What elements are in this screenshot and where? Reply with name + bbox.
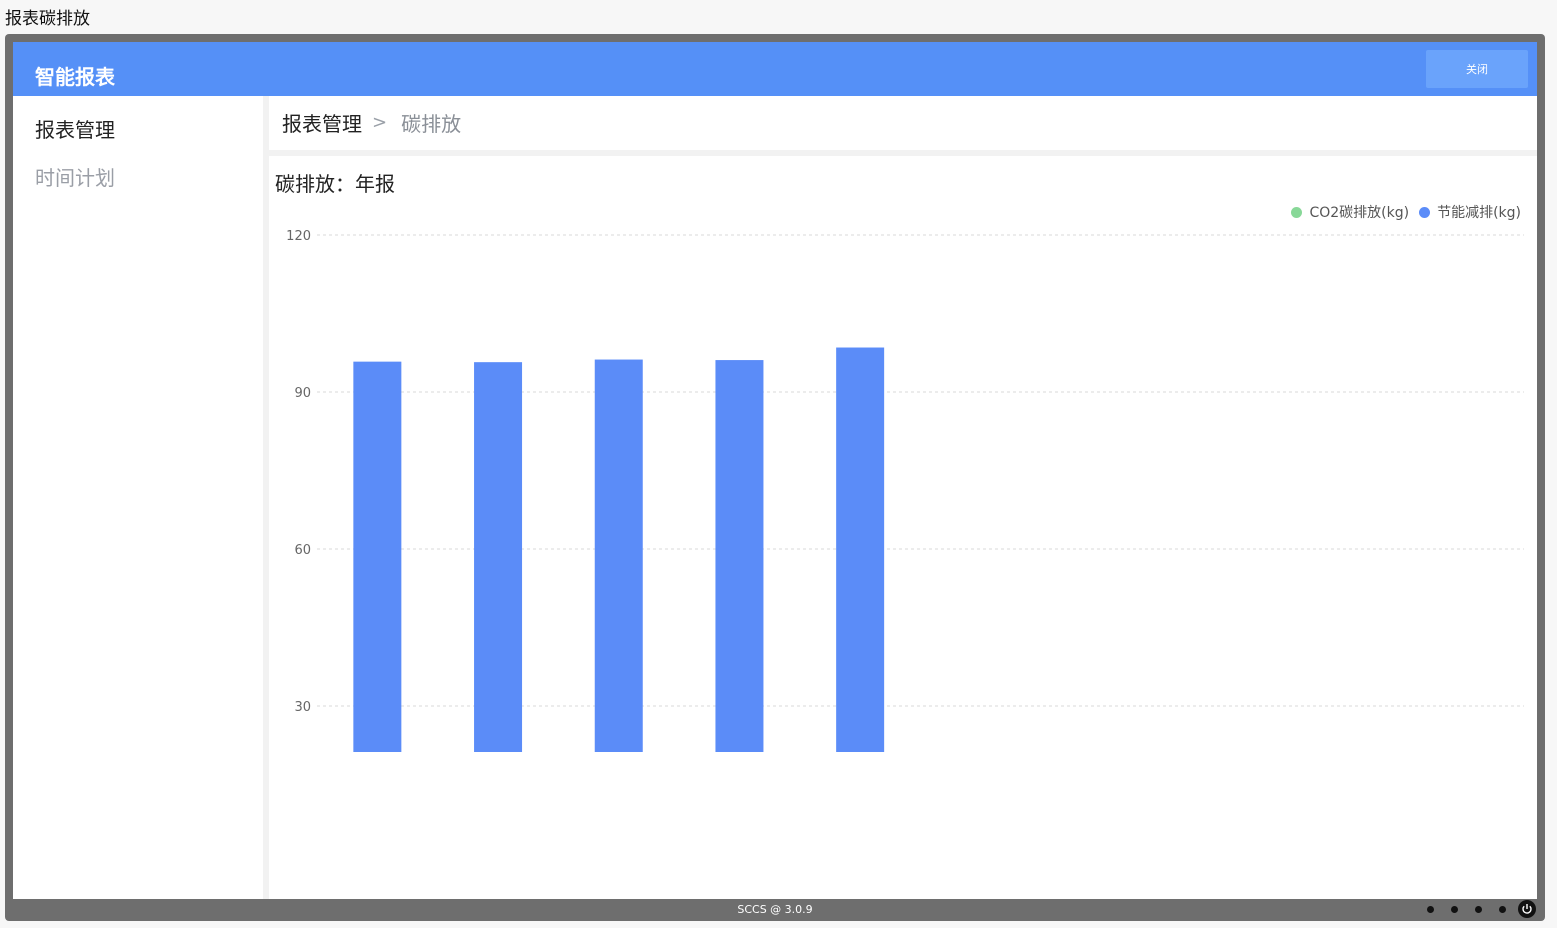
bar-energy-saving [474,362,523,752]
bar-energy-saving [715,360,764,752]
status-dot [1475,906,1482,913]
y-tick-label: 90 [294,386,311,401]
version-label: SCCS @ 3.0.9 [737,903,813,916]
bar-energy-saving [353,361,402,752]
app-container: 智能报表 关闭 报表管理 时间计划 报表管理 > 碳排放 碳排放：年报 CO2碳… [13,42,1537,899]
app-header: 智能报表 关闭 [13,42,1537,96]
status-dot [1499,906,1506,913]
content-divider [263,150,1537,156]
breadcrumb-item-carbon: 碳排放 [401,112,462,136]
y-tick-label: 30 [294,700,311,715]
app-title: 智能报表 [35,65,115,89]
chart-title: 碳排放：年报 [275,172,395,196]
status-dot [1451,906,1458,913]
sidebar-item-time-schedule[interactable]: 时间计划 [35,162,115,191]
power-icon[interactable] [1518,900,1536,918]
status-bar: SCCS @ 3.0.9 [5,899,1545,921]
close-button[interactable]: 关闭 [1426,50,1528,88]
breadcrumb-item-report-management[interactable]: 报表管理 [282,108,362,137]
status-dot [1427,906,1434,913]
y-tick-label: 120 [286,229,311,244]
y-tick-label: 60 [294,543,311,558]
bar-energy-saving [594,359,643,752]
breadcrumb: 报表管理 > 碳排放 [282,108,461,137]
window-title: 报表碳排放 [5,9,90,29]
stacked-bar-chart: 030609012003/0103/0203/0303/0403/0503/06… [286,229,1524,752]
app-window: 智能报表 关闭 报表管理 时间计划 报表管理 > 碳排放 碳排放：年报 CO2碳… [5,34,1545,921]
sidebar: 报表管理 时间计划 [13,96,263,899]
breadcrumb-separator: > [372,112,388,133]
status-indicators [1427,906,1523,913]
bar-energy-saving [836,347,885,752]
sidebar-item-report-management[interactable]: 报表管理 [35,114,115,143]
